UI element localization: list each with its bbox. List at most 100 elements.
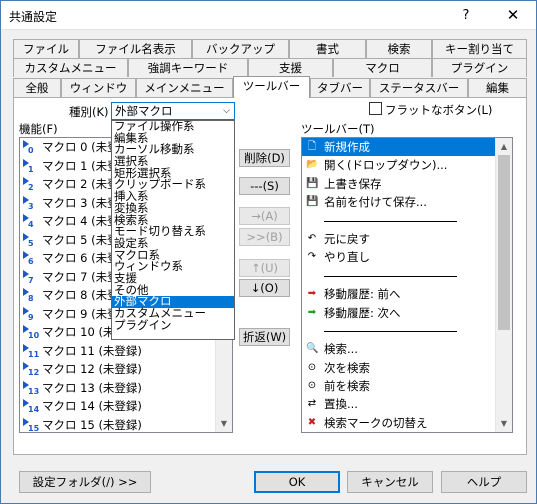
- toolbar-list-item[interactable]: ↶ 元に戻す: [302, 230, 512, 248]
- function-item-label: マクロ 13 (未登録): [42, 380, 142, 395]
- search-mark-icon: ✖: [307, 416, 317, 428]
- macro-icon: 12: [23, 362, 39, 377]
- toolbar-item-label: 開く(ドロップダウン)...: [324, 158, 448, 173]
- toolbar-list-item[interactable]: ✖ 検索マークの切替え: [302, 414, 512, 432]
- function-item-label: マクロ 14 (未登録): [42, 399, 142, 413]
- function-list-item[interactable]: 12 マクロ 12 (未登録): [20, 360, 232, 379]
- function-list-item[interactable]: 15 マクロ 15 (未登録): [20, 416, 232, 432]
- close-button[interactable]: ✕: [490, 1, 536, 30]
- toolbar-item-label: 次を検索: [324, 360, 370, 375]
- title-bar: 共通設定 ? ✕: [1, 1, 536, 30]
- kind-select[interactable]: 外部マクロ ⌵: [111, 102, 235, 120]
- toolbar-list-item[interactable]: ⇄ 置換...: [302, 395, 512, 413]
- toolbar-item-label: 前を検索: [324, 379, 370, 394]
- insert-button[interactable]: →(A): [239, 207, 290, 225]
- tab-edit[interactable]: 編集: [468, 78, 527, 97]
- separator-button[interactable]: ---(S): [239, 177, 290, 195]
- toolbar-list-item[interactable]: 🗋 新規作成: [302, 138, 512, 157]
- ok-button[interactable]: OK: [254, 471, 340, 493]
- toolbar-item-label: 置換...: [324, 397, 358, 412]
- toolbar-item-label: 検索...: [324, 342, 358, 357]
- scroll-down-icon[interactable]: ▼: [216, 415, 232, 432]
- help-button[interactable]: ヘルプ: [441, 471, 527, 493]
- save-as-icon: 💾: [306, 196, 319, 208]
- function-list-item[interactable]: 11 マクロ 11 (未登録): [20, 342, 232, 361]
- function-item-label: マクロ 11 (未登録): [42, 343, 142, 358]
- flat-buttons-label[interactable]: フラットなボタン(L): [385, 102, 492, 118]
- wrap-button[interactable]: 折返(W): [239, 328, 290, 346]
- delete-button[interactable]: 削除(D): [239, 149, 290, 167]
- toolbar-list-item[interactable]: ◍: [302, 432, 512, 433]
- toolbar-list[interactable]: 🗋 新規作成 📂 開く(ドロップダウン)... 💾 上書き保存 💾 名前を付けて保存... ↶ 元…: [301, 137, 513, 433]
- scroll-down-icon[interactable]: ▼: [496, 415, 512, 432]
- tab-general[interactable]: 全般: [13, 78, 61, 97]
- open-folder-icon: 📂: [306, 159, 319, 171]
- find-next-icon: ⊙: [307, 361, 317, 373]
- tab-search[interactable]: 検索: [366, 39, 432, 58]
- toolbar-item-label: 元に戻す: [324, 231, 370, 246]
- tab-key-assign[interactable]: キー割り当て: [432, 39, 527, 58]
- help-title-button[interactable]: ?: [443, 1, 489, 30]
- function-list-item[interactable]: 14 マクロ 14 (未登録): [20, 397, 232, 416]
- move-down-button[interactable]: ↓(O): [239, 279, 290, 297]
- toolbar-item-label: 上書き保存: [324, 176, 382, 191]
- tab-macro[interactable]: マクロ: [333, 58, 432, 77]
- kind-select-value: 外部マクロ: [115, 104, 173, 118]
- function-item-label: マクロ 12 (未登録): [42, 362, 142, 376]
- macro-icon: 7: [23, 269, 39, 285]
- tab-file[interactable]: ファイル: [13, 39, 79, 58]
- tab-statusbar[interactable]: ステータスバー: [370, 78, 468, 97]
- undo-icon: ↶: [307, 232, 317, 244]
- kind-dropdown-list[interactable]: ファイル操作系 編集系 カーソル移動系 選択系 矩形選択系 クリップボード系 挿入系 変換系検…: [111, 120, 235, 340]
- toolbar-separator-item[interactable]: [302, 267, 512, 285]
- toolbar-list-item[interactable]: ⊙ 前を検索: [302, 377, 512, 395]
- toolbar-list-item[interactable]: ↷ やり直し: [302, 248, 512, 266]
- macro-icon: 4: [23, 214, 39, 229]
- tab-window[interactable]: ウィンドウ: [61, 78, 136, 97]
- tab-main-menu[interactable]: メインメニュー: [136, 78, 233, 97]
- window-title: 共通設定: [9, 10, 58, 24]
- toolbar-list-item[interactable]: ⊙ 次を検索: [302, 359, 512, 377]
- function-list-item[interactable]: 13 マクロ 13 (未登録): [20, 379, 232, 398]
- macro-icon: 8: [23, 288, 39, 303]
- new-file-icon: 🗋: [307, 141, 317, 152]
- tab-toolbar[interactable]: ツールバー: [233, 76, 310, 98]
- toolbar-item-label: やり直し: [324, 250, 370, 265]
- tab-filename-display[interactable]: ファイル名表示: [79, 39, 192, 58]
- toolbar-list-item[interactable]: ➡ 移動履歴: 前へ: [302, 285, 512, 303]
- scroll-up-icon[interactable]: ▲: [496, 138, 512, 155]
- tab-custom-menu[interactable]: カスタムメニュー: [13, 58, 128, 77]
- macro-icon: 3: [23, 195, 39, 211]
- toolbar-list-item[interactable]: 📂 開く(ドロップダウン)...: [302, 156, 512, 174]
- tab-backup[interactable]: バックアップ: [192, 39, 289, 58]
- move-up-button[interactable]: ↑(U): [239, 259, 290, 277]
- history-back-icon: ➡: [307, 288, 317, 300]
- toolbar-list-scrollbar[interactable]: ▲ ▼: [495, 138, 512, 432]
- tab-format[interactable]: 書式: [289, 39, 366, 58]
- save-icon: 💾: [306, 177, 319, 189]
- tab-plugin[interactable]: プラグイン: [432, 58, 527, 77]
- toolbar-list-item[interactable]: 💾 名前を付けて保存...: [302, 193, 512, 211]
- history-forward-icon: ➡: [307, 306, 317, 318]
- toolbar-separator-item[interactable]: [302, 322, 512, 340]
- macro-icon: 6: [23, 251, 39, 266]
- dropdown-option[interactable]: プラグイン: [112, 319, 234, 332]
- cancel-button[interactable]: キャンセル: [347, 471, 433, 493]
- tab-highlight-keyword[interactable]: 強調キーワード: [128, 58, 248, 77]
- toolbar-list-item[interactable]: ➡ 移動履歴: 次へ: [302, 304, 512, 322]
- flat-buttons-checkbox[interactable]: [369, 102, 382, 115]
- redo-icon: ↷: [307, 251, 317, 263]
- toolbar-list-item[interactable]: 🔍 検索...: [302, 340, 512, 358]
- macro-icon: 13: [23, 380, 39, 396]
- toolbar-list-item[interactable]: 💾 上書き保存: [302, 175, 512, 193]
- add-button[interactable]: >>(B): [239, 228, 290, 246]
- settings-folder-button[interactable]: 設定フォルダ(/) >>: [19, 471, 151, 493]
- function-item-label: マクロ 15 (未登録): [42, 417, 142, 432]
- toolbar-item-label: 移動履歴: 前へ: [324, 287, 401, 302]
- macro-icon: 10: [23, 325, 39, 340]
- tab-support[interactable]: 支援: [248, 58, 333, 77]
- tab-tabbar[interactable]: タブバー: [310, 78, 370, 97]
- toolbar-item-label: 名前を付けて保存...: [324, 195, 427, 210]
- toolbar-separator-item[interactable]: [302, 212, 512, 230]
- scroll-thumb[interactable]: [498, 155, 510, 330]
